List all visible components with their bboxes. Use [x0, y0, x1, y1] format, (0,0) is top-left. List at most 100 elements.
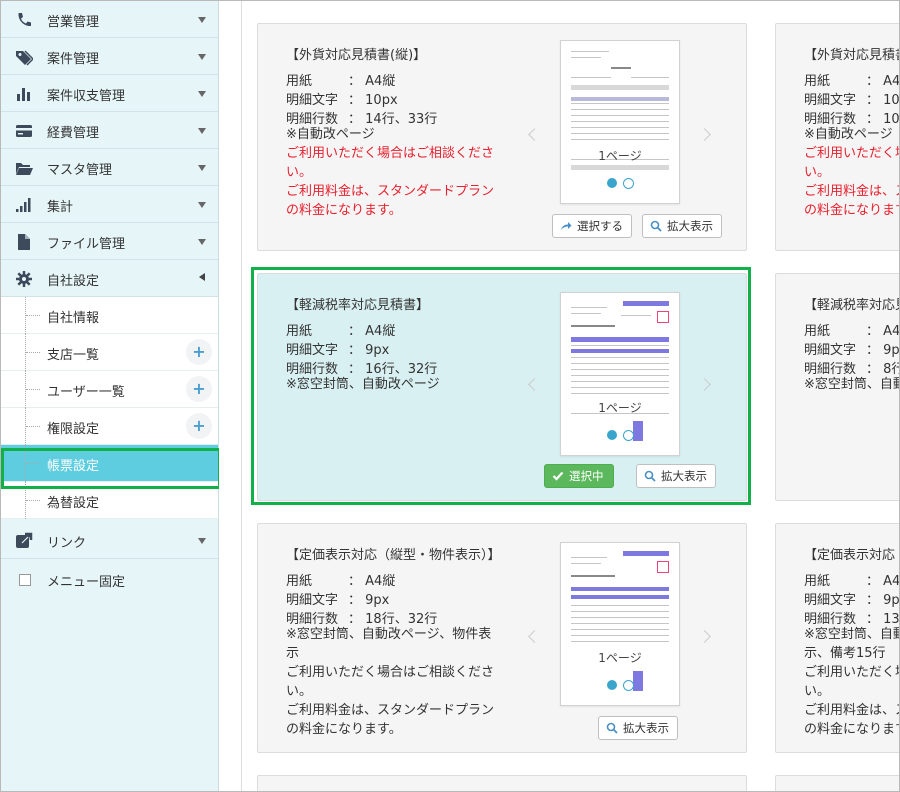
spec-label: 明細文字: [286, 93, 339, 108]
zoom-button-label: 拡大表示: [623, 721, 669, 735]
divider: [241, 1, 242, 791]
sidebar-item-company-settings[interactable]: 自社設定: [1, 260, 218, 297]
spec-paper: 用紙 ： A4縦: [804, 570, 899, 589]
prev-page-arrow[interactable]: [528, 128, 541, 141]
signal-icon: [16, 198, 31, 212]
sidebar-item-label: リンク: [47, 536, 87, 551]
next-page-arrow[interactable]: [698, 630, 711, 643]
sidebar-subitem-permissions[interactable]: 権限設定 +: [1, 408, 218, 445]
main-content: 【外貨対応見積書(縦)】 用紙： A4縦 明細文字： 10px 明細行数： 14…: [219, 1, 899, 791]
form-preview-thumbnail[interactable]: 1ページ: [560, 542, 680, 706]
fix-menu-checkbox[interactable]: [19, 574, 31, 586]
spec-sep: ：: [348, 593, 362, 608]
spec-sep: ：: [348, 93, 362, 108]
zoom-button-label: 拡大表示: [667, 219, 713, 233]
select-button[interactable]: 選択する: [552, 214, 632, 238]
prev-page-arrow[interactable]: [528, 630, 541, 643]
search-icon: [606, 722, 618, 734]
form-note: ※窓空封筒、自動改ページ、物件表示 ご利用いただく場合はご相談ください。 ご利用…: [286, 625, 496, 739]
sidebar-item-label: 案件管理: [47, 52, 100, 67]
sidebar-item-label: 集計: [47, 200, 74, 215]
form-note: ※窓空封筒、自動改ページ: [804, 375, 899, 394]
notice-text: ご利用料金は、スタンダードプランの料金になります。: [286, 184, 495, 218]
chevron-down-icon: [198, 165, 206, 171]
spec-label: 用紙: [286, 574, 313, 589]
fix-menu-toggle[interactable]: メニュー固定: [1, 561, 218, 598]
spec-label: 明細文字: [804, 343, 857, 358]
sidebar-subitem-company-info[interactable]: 自社情報: [1, 297, 218, 334]
form-title: 【定価表示対応（縦型・物件表示）】: [286, 548, 501, 563]
spec-label: 用紙: [804, 74, 831, 89]
form-title: 【軽減税率対応見積書】: [804, 298, 899, 313]
page-indicator: 1ページ: [598, 149, 642, 163]
sidebar-item-label: マスタ管理: [47, 163, 113, 178]
spec-font: 明細文字 ： 9px: [286, 589, 389, 608]
spec-sep: ：: [866, 574, 880, 589]
form-title: 【外貨対応見積書(縦)】: [804, 48, 899, 63]
sidebar-item-expenses[interactable]: 経費管理: [1, 112, 218, 149]
sidebar-subitem-users[interactable]: ユーザー一覧 +: [1, 371, 218, 408]
page-dot-active[interactable]: [607, 178, 617, 188]
form-note: ※窓空封筒、自動改ページ、物件表示、備考15行 ご利用いただく場合はご相談くださ…: [804, 625, 899, 739]
spec-value: 9px: [883, 343, 900, 358]
sidebar-subitem-branches[interactable]: 支店一覧 +: [1, 334, 218, 371]
spec-value: 9px: [365, 593, 390, 608]
search-icon: [650, 220, 662, 232]
notice-text: ご利用いただく場合はご相談ください。: [286, 665, 495, 699]
spec-label: 用紙: [804, 574, 831, 589]
sidebar-subitem-label: ユーザー一覧: [47, 385, 125, 400]
sidebar-item-projects[interactable]: 案件管理: [1, 38, 218, 75]
tree-line: [25, 334, 40, 371]
spec-font: 明細文字 ： 9px: [804, 339, 900, 358]
tree-line: [25, 408, 40, 445]
add-permission-button[interactable]: +: [186, 413, 212, 439]
sidebar-item-label: ファイル管理: [47, 237, 126, 252]
page-dot[interactable]: [623, 680, 634, 691]
spec-sep: ：: [866, 74, 880, 89]
tree-line: [25, 371, 40, 408]
sidebar-item-master[interactable]: マスタ管理: [1, 149, 218, 186]
phone-icon: [18, 13, 31, 27]
form-card: 【定価表示対応（縦型・物件表示）】 用紙： A4縦 明細文字： 9px 明細行数…: [775, 523, 900, 753]
next-page-arrow[interactable]: [698, 128, 711, 141]
add-branch-button[interactable]: +: [186, 339, 212, 365]
spec-label: 明細文字: [804, 593, 857, 608]
form-card: [775, 775, 899, 791]
spec-paper: 用紙 ： A4縦: [286, 570, 395, 589]
sidebar-item-summary[interactable]: 集計: [1, 186, 218, 223]
form-note: ※自動改ページ ご利用いただく場合はご相談ください。 ご利用料金は、スタンダード…: [804, 125, 899, 220]
zoom-button[interactable]: 拡大表示: [598, 716, 678, 740]
note-text: ※自動改ページ: [804, 127, 893, 142]
sidebar-item-files[interactable]: ファイル管理: [1, 223, 218, 260]
notice-text: ご利用いただく場合はご相談ください。: [804, 665, 899, 699]
sidebar-item-label: 営業管理: [47, 15, 100, 30]
note-text: ※窓空封筒、自動改ページ、物件表示: [286, 627, 492, 661]
spec-value: 10px: [365, 93, 398, 108]
spec-paper: 用紙 ： A4縦: [804, 70, 900, 89]
credit-card-icon: [16, 125, 32, 137]
chevron-down-icon: [198, 538, 206, 544]
spec-value: A4縦: [365, 74, 396, 89]
sidebar-item-project-balance[interactable]: 案件収支管理: [1, 75, 218, 112]
chevron-down-icon: [198, 239, 206, 245]
spec-value: 9px: [883, 593, 900, 608]
sidebar-subitem-label: 支店一覧: [47, 348, 100, 363]
folder-open-icon: [16, 163, 33, 175]
sidebar-item-links[interactable]: リンク: [1, 522, 218, 559]
form-card: 【外貨対応見積書(縦)】 用紙： A4縦 明細文字： 10px 明細行数： 14…: [257, 23, 747, 251]
spec-font: 明細文字 ： 10px: [804, 89, 899, 108]
sidebar-item-label: 自社設定: [47, 274, 100, 289]
spec-font: 明細文字 ： 10px: [286, 89, 398, 108]
zoom-button[interactable]: 拡大表示: [642, 214, 722, 238]
gear-icon: [16, 271, 32, 287]
sidebar-item-sales[interactable]: 営業管理: [1, 1, 218, 38]
page-dot-active[interactable]: [607, 680, 617, 690]
add-user-button[interactable]: +: [186, 376, 212, 402]
spec-paper: 用紙 ： A4縦: [286, 70, 395, 89]
page-indicator: 1ページ: [598, 651, 642, 665]
spec-value: A4縦: [883, 74, 900, 89]
notice-text: ご利用料金は、スタンダードプランの料金になります。: [804, 184, 899, 218]
page-dot[interactable]: [623, 178, 634, 189]
spec-sep: ：: [348, 574, 362, 589]
form-preview-thumbnail[interactable]: 1ページ: [560, 40, 680, 204]
